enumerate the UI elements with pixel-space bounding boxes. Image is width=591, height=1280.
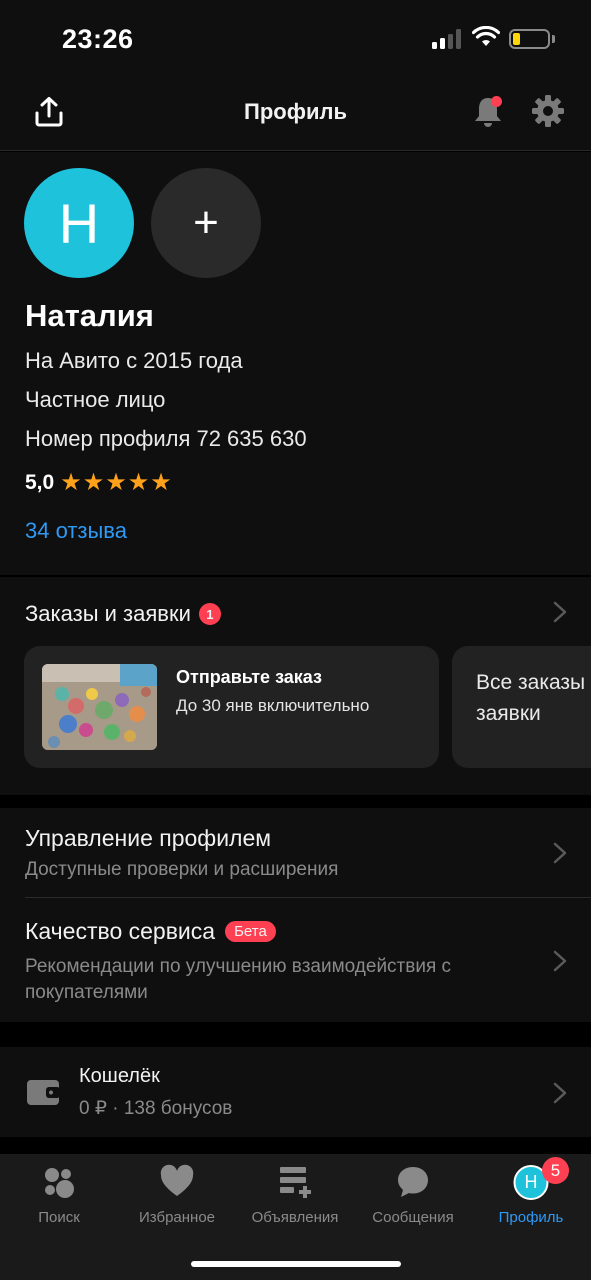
tab-profile[interactable]: Н 5 Профиль xyxy=(472,1154,590,1244)
orders-title: Заказы и заявки xyxy=(25,601,191,626)
search-tab-icon xyxy=(45,1168,74,1198)
wallet-row[interactable]: Кошелёк 0 ₽ · 138 бонусов xyxy=(0,1047,591,1137)
divider xyxy=(25,897,591,898)
tab-favorites[interactable]: Избранное xyxy=(118,1154,236,1244)
chevron-right-icon[interactable] xyxy=(553,601,567,623)
all-orders-label: Все заказы и заявки xyxy=(476,671,591,725)
tab-search[interactable]: Поиск xyxy=(0,1154,118,1244)
chevron-right-icon[interactable] xyxy=(553,950,567,972)
orders-section: Заказы и заявки 1 Отправьте заказ До 30 … xyxy=(0,577,591,795)
member-since: На Авито с 2015 года xyxy=(25,348,243,373)
cellular-signal-icon xyxy=(432,29,462,49)
tab-label-messages: Сообщения xyxy=(372,1209,454,1226)
account-type: Частное лицо xyxy=(25,387,166,412)
tab-messages[interactable]: Сообщения xyxy=(354,1154,472,1244)
chevron-right-icon[interactable] xyxy=(553,1082,567,1104)
profile-card: Н + Наталия На Авито с 2015 года Частное… xyxy=(0,152,591,575)
tab-ads[interactable]: Объявления xyxy=(236,1154,354,1244)
add-listing-icon xyxy=(280,1167,311,1198)
notification-dot xyxy=(491,96,502,107)
tab-label-search: Поиск xyxy=(38,1209,80,1226)
battery-cap xyxy=(552,35,555,43)
service-quality-label: Качество сервиса xyxy=(25,918,216,944)
wallet-title: Кошелёк xyxy=(79,1065,160,1087)
tab-label-profile: Профиль xyxy=(498,1209,564,1226)
home-indicator xyxy=(191,1261,401,1267)
top-navigation-bar: Профиль xyxy=(0,80,591,151)
orders-count-badge: 1 xyxy=(198,603,221,625)
order-card-title: Отправьте заказ xyxy=(176,667,322,687)
reviews-link[interactable]: 34 отзыва xyxy=(25,518,127,544)
orders-header[interactable]: Заказы и заявки 1 xyxy=(25,601,221,627)
heart-icon xyxy=(160,1164,194,1196)
wifi-icon xyxy=(472,26,500,46)
rating-value: 5,0 xyxy=(25,470,55,494)
service-quality-title: Качество сервиса Бета xyxy=(25,918,276,945)
rating-stars-icon: ★★★★★ xyxy=(60,469,173,496)
tab-label-ads: Объявления xyxy=(251,1209,339,1226)
wallet-icon xyxy=(27,1080,60,1105)
order-card-deadline: До 30 янв включительно xyxy=(176,696,370,715)
status-bar: 23:26 xyxy=(0,0,591,80)
chat-bubble-icon xyxy=(398,1167,428,1197)
profile-management-title: Управление профилем xyxy=(25,825,272,851)
order-card[interactable]: Отправьте заказ До 30 янв включительно xyxy=(24,646,439,768)
chevron-right-icon[interactable] xyxy=(553,842,567,864)
profile-name: Наталия xyxy=(25,298,154,333)
add-profile-button[interactable]: + xyxy=(151,168,261,278)
rating: 5,0 ★★★★★ xyxy=(25,468,173,497)
settings-gear-icon[interactable] xyxy=(530,93,566,129)
beta-badge: Бета xyxy=(225,921,276,942)
service-quality-subtitle: Рекомендации по улучшению взаимодействия… xyxy=(25,956,452,1003)
wallet-balance: 0 ₽ · 138 бонусов xyxy=(79,1098,233,1119)
profile-management-section: Управление профилем Доступные проверки и… xyxy=(0,808,591,1022)
profile-tab-badge: 5 xyxy=(542,1157,569,1184)
all-orders-card[interactable]: Все заказы и заявки xyxy=(452,646,591,768)
profile-management-subtitle: Доступные проверки и расширения xyxy=(25,859,339,880)
avatar[interactable]: Н xyxy=(24,168,134,278)
tab-label-favorites: Избранное xyxy=(138,1209,216,1226)
status-time: 23:26 xyxy=(62,24,134,54)
order-thumbnail xyxy=(42,664,157,750)
battery-icon xyxy=(509,29,550,49)
profile-number: Номер профиля 72 635 630 xyxy=(25,426,307,451)
